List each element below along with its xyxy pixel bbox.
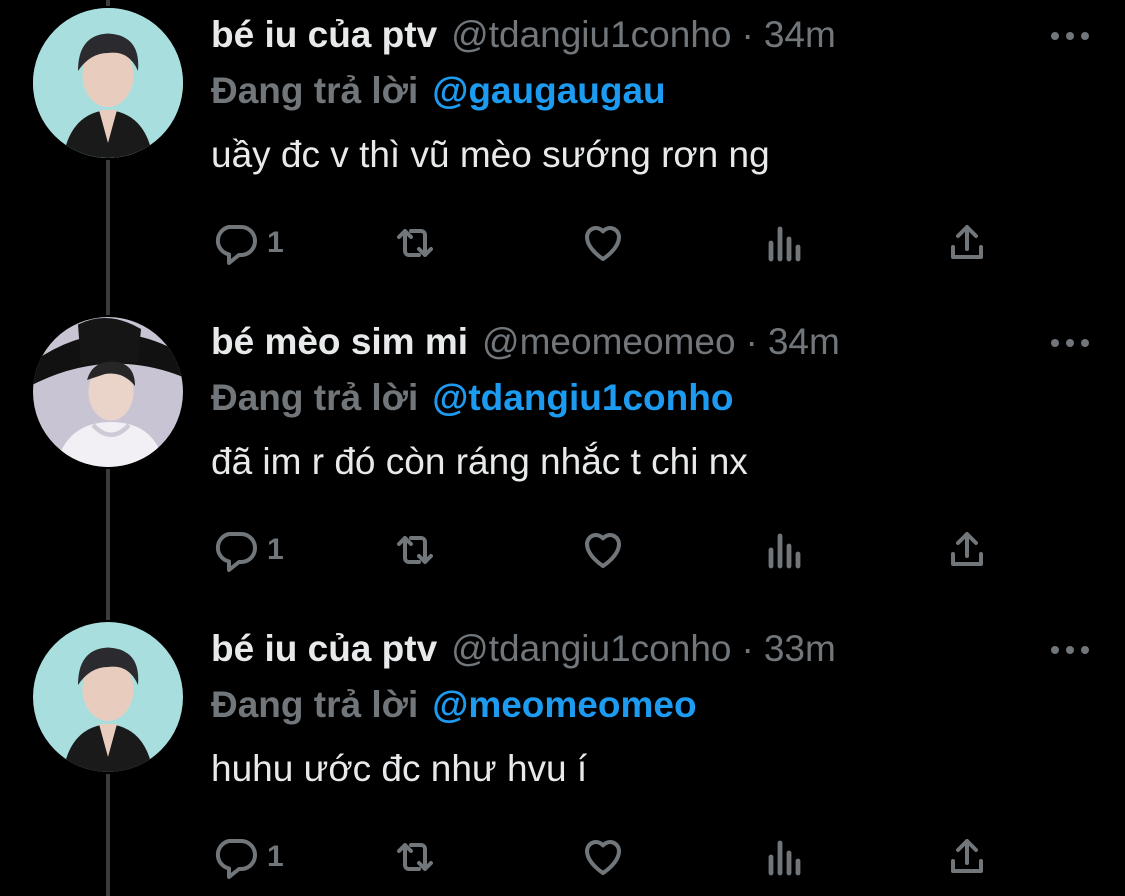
views-button[interactable]: [761, 525, 809, 575]
like-icon: [585, 533, 621, 568]
tweet-text: huhu ước đc như hvu í: [211, 748, 588, 789]
display-name[interactable]: bé iu của ptv: [211, 628, 437, 670]
like-button[interactable]: [579, 525, 627, 575]
replying-to: Đang trả lời @meomeomeo: [211, 684, 697, 726]
reply-icon: [215, 532, 257, 572]
replying-to-label: Đang trả lời: [211, 70, 419, 111]
share-button[interactable]: [943, 832, 991, 882]
user-handle[interactable]: @meomeomeo: [482, 321, 736, 363]
tweet[interactable]: bé iu của ptv @tdangiu1conho · 33m Đang …: [0, 614, 1125, 896]
more-icon[interactable]: [1051, 333, 1089, 353]
reply-mention-link[interactable]: @tdangiu1conho: [432, 377, 733, 418]
tweet-text: đã im r đó còn ráng nhắc t chi nx: [211, 441, 748, 482]
share-button[interactable]: [943, 525, 991, 575]
timestamp[interactable]: 34m: [768, 321, 840, 363]
separator-dot: ·: [741, 628, 754, 669]
replying-to-label: Đang trả lời: [211, 684, 419, 725]
user-handle[interactable]: @tdangiu1conho: [451, 14, 731, 56]
retweet-button[interactable]: [391, 218, 439, 268]
avatar-image: [33, 622, 183, 772]
reply-button[interactable]: 1: [211, 832, 284, 882]
tweet[interactable]: bé mèo sim mi @meomeomeo · 34m Đang trả …: [0, 307, 1125, 613]
separator-dot: ·: [745, 321, 758, 362]
reply-icon: [215, 225, 257, 265]
like-button[interactable]: [579, 832, 627, 882]
retweet-icon: [397, 843, 433, 871]
action-bar: 1: [211, 525, 1011, 575]
action-bar: 1: [211, 218, 1011, 268]
like-icon: [585, 226, 621, 261]
retweet-button[interactable]: [391, 525, 439, 575]
share-icon: [951, 225, 983, 259]
avatar[interactable]: [31, 315, 185, 469]
reply-button[interactable]: 1: [211, 218, 284, 268]
reply-mention-link[interactable]: @meomeomeo: [432, 684, 696, 725]
reply-icon: [215, 839, 257, 879]
share-icon: [951, 839, 983, 873]
views-icon: [768, 533, 801, 569]
tweet[interactable]: bé iu của ptv @tdangiu1conho · 34m Đang …: [0, 0, 1125, 306]
views-icon: [768, 226, 801, 262]
replying-to: Đang trả lời @gaugaugau: [211, 70, 666, 112]
like-icon: [585, 840, 621, 875]
reply-mention-link[interactable]: @gaugaugau: [432, 70, 665, 111]
separator-dot: ·: [741, 14, 754, 55]
replying-to: Đang trả lời @tdangiu1conho: [211, 377, 733, 419]
share-button[interactable]: [943, 218, 991, 268]
avatar-image: [33, 317, 183, 467]
retweet-button[interactable]: [391, 832, 439, 882]
avatar[interactable]: [31, 6, 185, 160]
replying-to-label: Đang trả lời: [211, 377, 419, 418]
display-name[interactable]: bé mèo sim mi: [211, 321, 468, 363]
timestamp[interactable]: 33m: [764, 628, 836, 670]
tweet-text: uầy đc v thì vũ mèo sướng rơn ng: [211, 134, 770, 175]
reply-button[interactable]: 1: [211, 525, 284, 575]
more-icon[interactable]: [1051, 26, 1089, 46]
views-button[interactable]: [761, 218, 809, 268]
more-icon[interactable]: [1051, 640, 1089, 660]
display-name[interactable]: bé iu của ptv: [211, 14, 437, 56]
user-handle[interactable]: @tdangiu1conho: [451, 628, 731, 670]
views-icon: [768, 840, 801, 876]
action-bar: 1: [211, 832, 1011, 882]
reply-count: 1: [267, 840, 284, 873]
share-icon: [951, 532, 983, 566]
retweet-icon: [397, 536, 433, 564]
timestamp[interactable]: 34m: [764, 14, 836, 56]
avatar[interactable]: [31, 620, 185, 774]
reply-count: 1: [267, 533, 284, 566]
avatar-image: [33, 8, 183, 158]
retweet-icon: [397, 229, 433, 257]
like-button[interactable]: [579, 218, 627, 268]
reply-count: 1: [267, 226, 284, 259]
views-button[interactable]: [761, 832, 809, 882]
